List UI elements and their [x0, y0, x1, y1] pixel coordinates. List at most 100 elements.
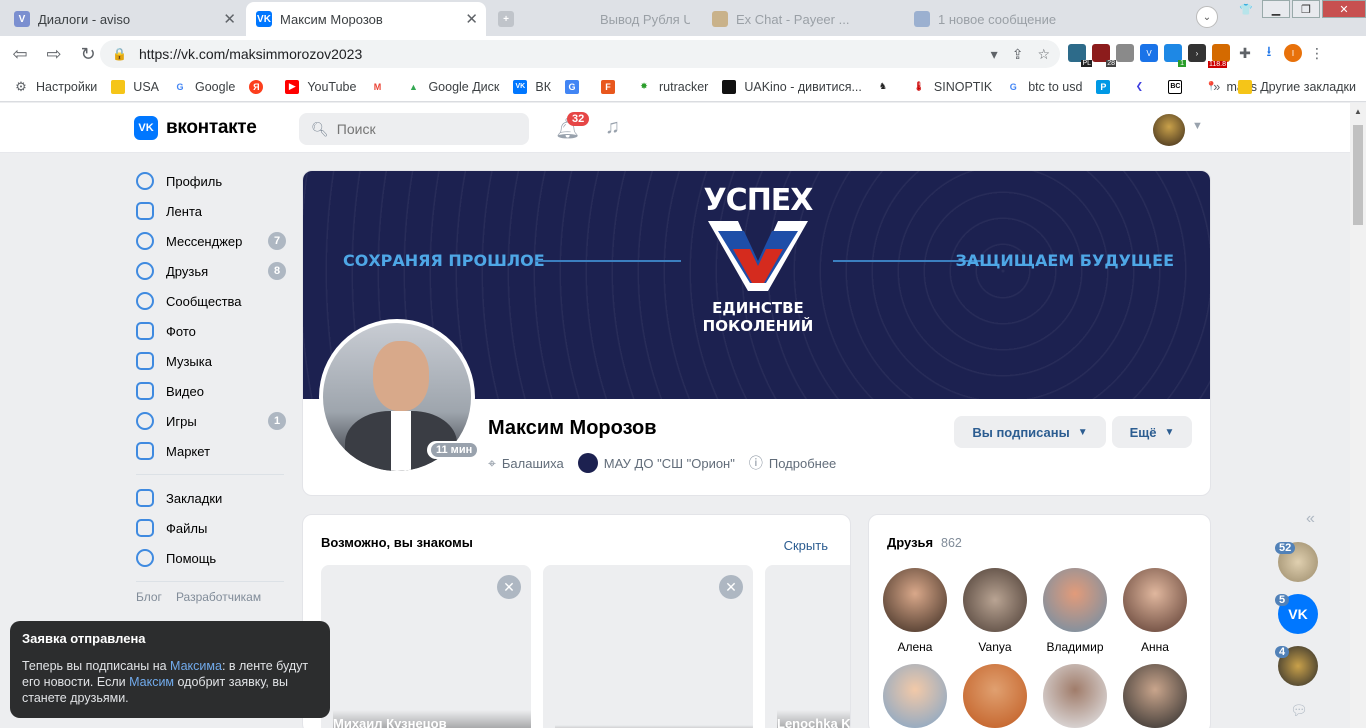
bookmark-chess[interactable]: ♞: [876, 80, 898, 94]
tab-message[interactable]: 1 новое сообщение: [904, 2, 1104, 36]
menu-item-bookmarks[interactable]: Закладки: [136, 483, 286, 513]
friends-title[interactable]: Друзья: [887, 535, 933, 550]
user-avatar[interactable]: [1153, 114, 1185, 146]
menu-item-files[interactable]: Файлы: [136, 513, 286, 543]
profile-avatar-icon[interactable]: I: [1284, 44, 1302, 62]
menu-item-video[interactable]: Видео: [136, 376, 286, 406]
tab-vk-profile[interactable]: VK Максим Морозов ✕: [246, 2, 486, 36]
vk-logo[interactable]: VK вконтакте: [134, 116, 257, 140]
friend-item[interactable]: Анна: [1123, 568, 1187, 654]
tab-aviso[interactable]: V Диалоги - aviso ✕: [4, 2, 244, 36]
menu-item-communities[interactable]: Сообщества: [136, 286, 286, 316]
suggestion-card[interactable]: Lenochka K: [765, 565, 850, 728]
chevron-down-icon[interactable]: ▼: [1192, 120, 1203, 132]
tshirt-icon[interactable]: 👕: [1232, 0, 1260, 18]
bookmarks-other[interactable]: » Другие закладки: [1213, 79, 1356, 94]
friend-item[interactable]: [883, 664, 947, 728]
more-button[interactable]: Ещё ▼: [1112, 416, 1192, 448]
friend-item[interactable]: [1043, 664, 1107, 728]
profile-city[interactable]: ⌖ Балашиха: [488, 455, 564, 472]
tab-blank[interactable]: +: [488, 2, 588, 36]
menu-item-help[interactable]: Помощь: [136, 543, 286, 573]
toast-name-link[interactable]: Максима: [170, 659, 222, 673]
one-ext-icon[interactable]: 1: [1164, 44, 1186, 67]
badge28-ext-icon[interactable]: 28: [1092, 44, 1116, 67]
bookmark-btc[interactable]: Gbtc to usd: [1006, 80, 1083, 94]
blog-link[interactable]: Блог: [136, 590, 162, 604]
menu-item-feed[interactable]: Лента: [136, 196, 286, 226]
search-input[interactable]: [336, 121, 517, 137]
menu-icon[interactable]: ⋮: [1308, 44, 1326, 62]
chat-icon[interactable]: 💬︎: [1290, 702, 1308, 719]
tab-search-button[interactable]: ⌄: [1196, 6, 1218, 28]
dropdown-icon[interactable]: ▾: [991, 46, 998, 63]
menu-item-market[interactable]: Маркет: [136, 436, 286, 466]
bookmark-vk[interactable]: VK ВК: [513, 79, 551, 94]
lock-icon[interactable]: 🔒: [112, 47, 127, 61]
menu-item-music[interactable]: Музыка: [136, 346, 286, 376]
menu-item-messenger[interactable]: Мессенджер 7: [136, 226, 286, 256]
music-icon[interactable]: ♫: [605, 116, 620, 139]
share-icon[interactable]: ⇪: [1012, 46, 1024, 63]
chevron-more-icon[interactable]: »: [1213, 80, 1220, 94]
close-tab-icon[interactable]: ✕: [223, 10, 236, 28]
friend-item[interactable]: [963, 664, 1027, 728]
bookmark-gmail[interactable]: M: [370, 80, 392, 94]
profile-org[interactable]: МАУ ДО "СШ "Орион": [577, 453, 735, 473]
bookmark-usa[interactable]: USA: [111, 79, 159, 94]
scroll-up-icon[interactable]: ▲: [1354, 107, 1362, 116]
bookmark-yandex[interactable]: Я: [249, 79, 271, 94]
price-ext-icon[interactable]: 118.8: [1208, 44, 1230, 68]
tab-usd[interactable]: Вывод Рубля USD на карту...: [590, 2, 700, 36]
bookmark-youtube[interactable]: ▶ YouTube: [285, 79, 356, 94]
briefcase-ext-icon[interactable]: [1116, 44, 1134, 62]
collapse-sidebar-icon[interactable]: «: [1306, 510, 1315, 528]
friend-item[interactable]: [1123, 664, 1187, 728]
bookmark-arrow[interactable]: ❮: [1132, 80, 1154, 94]
developers-link[interactable]: Разработчикам: [176, 590, 261, 604]
close-tab-icon[interactable]: ✕: [465, 10, 478, 28]
download-icon[interactable]: ⭳: [1260, 43, 1278, 62]
suggestion-card[interactable]: ✕: [543, 565, 753, 728]
bookmark-p[interactable]: P: [1096, 79, 1118, 94]
bookmark-f[interactable]: F: [601, 79, 623, 94]
bookmark-sinoptik[interactable]: 🌡 SINOPTIK: [912, 80, 992, 94]
toast-name-link[interactable]: Максим: [129, 675, 174, 689]
friend-item[interactable]: Алена: [883, 568, 947, 654]
profile-more-info[interactable]: ⓘ Подробнее: [749, 453, 836, 473]
puzzle-icon[interactable]: ✚: [1236, 44, 1254, 62]
minimize-button[interactable]: ▁: [1262, 0, 1290, 18]
subscribed-button[interactable]: Вы подписаны ▼: [954, 416, 1106, 448]
bookmark-uakino[interactable]: UAKino - дивитися...: [722, 79, 862, 94]
search-box[interactable]: 🔍︎: [299, 113, 529, 145]
bookmark-bc[interactable]: BC: [1168, 79, 1190, 94]
scrollbar-thumb[interactable]: [1353, 125, 1363, 225]
bookmark-google[interactable]: G Google: [173, 80, 235, 94]
reload-icon[interactable]: ↻: [74, 44, 102, 65]
menu-item-friends[interactable]: Друзья 8: [136, 256, 286, 286]
maximize-button[interactable]: ❐: [1292, 0, 1320, 18]
back-icon[interactable]: ⇦: [6, 44, 34, 65]
suggestion-card[interactable]: ✕ Михаил Кузнецов: [321, 565, 531, 728]
bookmark-rutracker[interactable]: ✸ rutracker: [637, 80, 708, 94]
tab-exchat[interactable]: Ex Chat - Payeer ...: [702, 2, 902, 36]
forward-icon[interactable]: ⇨: [40, 44, 68, 65]
friend-item[interactable]: Владимир: [1043, 568, 1107, 654]
bookmark-drive[interactable]: ▲ Google Диск: [406, 80, 499, 94]
chevron-ext-icon[interactable]: ›: [1188, 44, 1206, 62]
dismiss-icon[interactable]: ✕: [719, 575, 743, 599]
friend-item[interactable]: Vanya: [963, 568, 1027, 654]
globe-ext-icon[interactable]: PL: [1068, 44, 1092, 67]
page-scrollbar[interactable]: ▲: [1350, 103, 1366, 728]
menu-item-profile[interactable]: Профиль: [136, 166, 286, 196]
bookmark-translate[interactable]: G: [565, 79, 587, 94]
star-icon[interactable]: ☆: [1037, 46, 1050, 63]
url-bar[interactable]: 🔒 https://vk.com/maksimmorozov2023 ▾ ⇪ ☆: [100, 40, 1060, 68]
pymk-hide-link[interactable]: Скрыть: [784, 538, 828, 553]
menu-item-photos[interactable]: Фото: [136, 316, 286, 346]
dismiss-icon[interactable]: ✕: [497, 575, 521, 599]
v-ext-icon[interactable]: V: [1140, 44, 1158, 62]
bookmark-settings[interactable]: ⚙ Настройки: [14, 79, 97, 94]
close-window-button[interactable]: ✕: [1322, 0, 1366, 18]
menu-item-games[interactable]: Игры 1: [136, 406, 286, 436]
